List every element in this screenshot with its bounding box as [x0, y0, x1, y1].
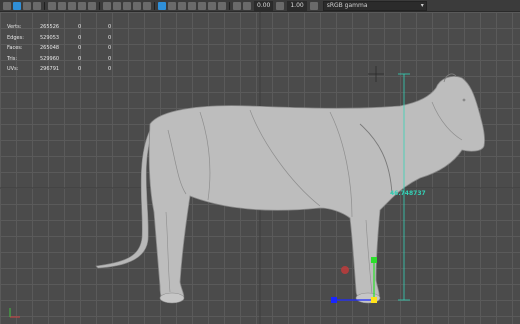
lion-eye: [462, 98, 466, 102]
hud-value: 265526: [40, 24, 60, 30]
hud-value: 265048: [40, 45, 60, 51]
separator: [99, 1, 100, 10]
measure-value-label: 46.748737: [390, 190, 426, 197]
isolate-icon[interactable]: [168, 1, 176, 10]
hud-value: 0: [108, 24, 112, 30]
gamma-field[interactable]: 1.00: [287, 0, 307, 11]
lion-tail: [95, 129, 154, 269]
exposure-icon[interactable]: [243, 1, 251, 10]
manip-x-handle[interactable]: [331, 297, 337, 303]
manip-y-handle[interactable]: [371, 257, 377, 263]
lasso-icon[interactable]: [23, 1, 31, 10]
select-icon[interactable]: [3, 1, 11, 10]
hind-paw: [159, 292, 185, 304]
hud-row-faces: Faces: 265048 0 0: [7, 43, 111, 54]
separator: [154, 1, 155, 10]
shadows-icon[interactable]: [143, 1, 151, 10]
lights-icon[interactable]: [133, 1, 141, 10]
separator: [229, 1, 230, 10]
hud-icon[interactable]: [233, 1, 241, 10]
poly-count-hud: Verts: 265526 0 0 Edges: 529053 0 0 Face…: [7, 22, 111, 75]
hud-value: 0: [108, 34, 112, 41]
viewport[interactable]: Verts: 265526 0 0 Edges: 529053 0 0 Face…: [0, 12, 520, 324]
grid-icon[interactable]: [58, 1, 66, 10]
color-space-dropdown[interactable]: sRGB gamma ▾: [322, 0, 427, 11]
hud-label: Verts:: [7, 24, 22, 30]
textured-icon[interactable]: [123, 1, 131, 10]
hud-value: 0: [108, 66, 112, 72]
color-space-label: sRGB gamma: [326, 1, 368, 9]
xray-icon[interactable]: [158, 1, 166, 10]
hud-value: 296791: [40, 66, 60, 72]
gamma-toggle-icon[interactable]: [276, 1, 285, 10]
hud-row-uvs: UVs: 296791 0 0: [7, 64, 111, 75]
hud-label: UVs:: [7, 66, 19, 72]
manip-center-handle[interactable]: [371, 297, 377, 303]
film-icon[interactable]: [68, 1, 76, 10]
hud-value: 0: [78, 45, 82, 51]
resolution-icon[interactable]: [78, 1, 86, 10]
chevron-down-icon: ▾: [420, 1, 424, 9]
hud-label: Tris:: [7, 55, 18, 62]
hud-label: Faces:: [7, 45, 23, 51]
paint-icon[interactable]: [33, 1, 41, 10]
wireframe-icon[interactable]: [103, 1, 111, 10]
hud-value: 0: [78, 24, 82, 30]
lion-body: [148, 76, 485, 303]
view-transform-icon[interactable]: [309, 1, 318, 10]
smooth-shade-icon[interactable]: [113, 1, 121, 10]
motion-blur-icon[interactable]: [208, 1, 216, 10]
exposure-field[interactable]: 0.00: [254, 0, 274, 11]
gamma-icon[interactable]: [218, 1, 226, 10]
ao-icon[interactable]: [178, 1, 186, 10]
hud-value: 0: [108, 45, 112, 51]
hud-value: 0: [108, 55, 112, 62]
hud-value: 0: [78, 55, 82, 62]
top-toolbar: 0.00 1.00 sRGB gamma ▾: [0, 0, 520, 12]
separator: [44, 1, 45, 10]
hud-value: 529960: [40, 55, 60, 62]
hud-row-edges: Edges: 529053 0 0: [7, 33, 111, 44]
snap-icon[interactable]: [13, 1, 21, 10]
hud-value: 0: [78, 66, 82, 72]
aa-icon[interactable]: [188, 1, 196, 10]
camera-icon[interactable]: [48, 1, 56, 10]
hud-value: 0: [78, 34, 82, 41]
hud-row-verts: Verts: 265526 0 0: [7, 22, 111, 33]
safe-frame-icon[interactable]: [88, 1, 96, 10]
pivot-marker: [341, 266, 349, 274]
hud-label: Edges:: [7, 34, 24, 41]
dof-icon[interactable]: [198, 1, 206, 10]
hud-value: 529053: [40, 34, 60, 41]
hud-row-tris: Tris: 529960 0 0: [7, 54, 111, 65]
